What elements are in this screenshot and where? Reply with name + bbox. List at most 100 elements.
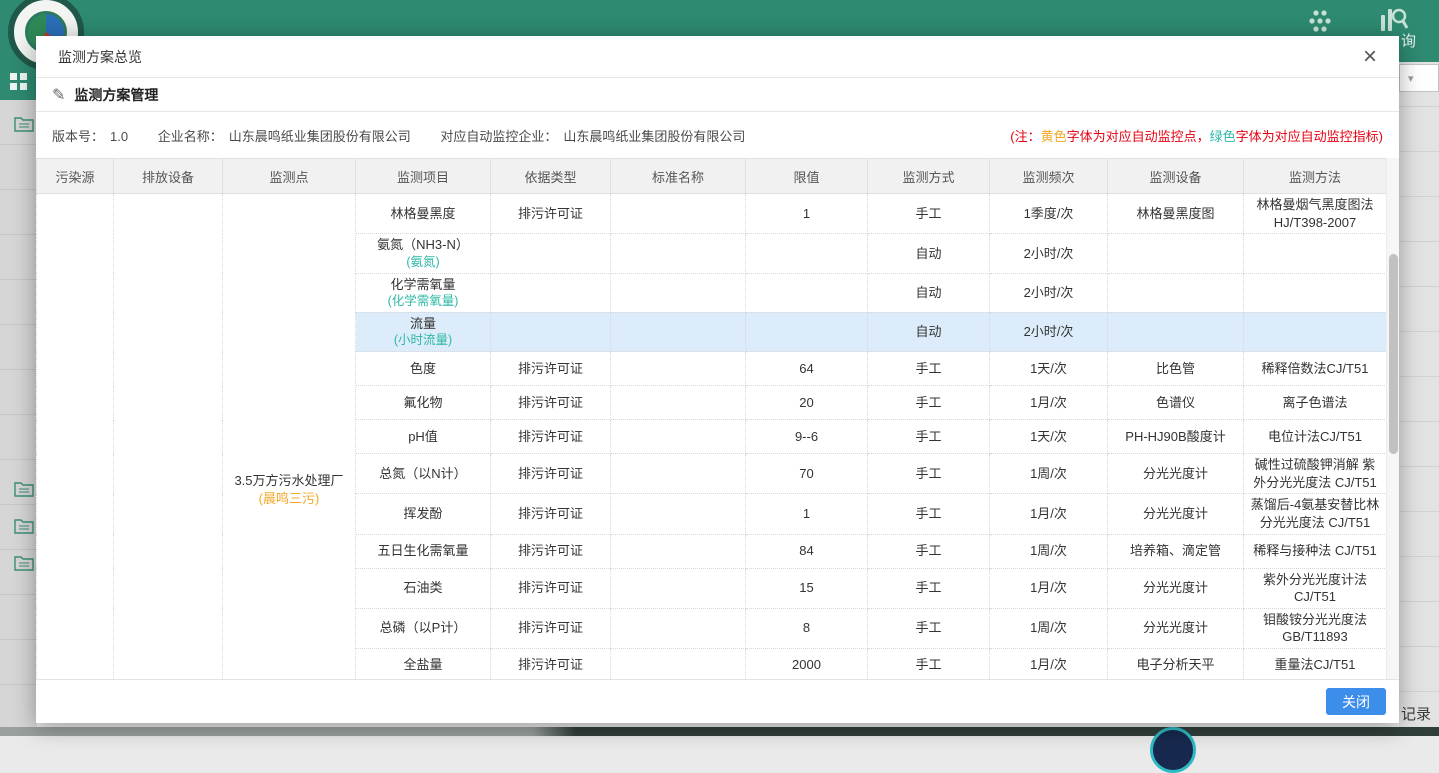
limit-cell [746, 312, 868, 351]
item-cell: 总氮（以N计） [356, 454, 491, 494]
table-scrollbar[interactable] [1386, 158, 1399, 679]
limit-cell: 20 [746, 386, 868, 420]
basis-cell: 排污许可证 [491, 608, 611, 648]
monitor-item-name: 总氮（以N计） [361, 465, 485, 483]
basis-cell [491, 234, 611, 273]
method-cell: 离子色谱法 [1244, 386, 1387, 420]
column-header: 监测频次 [990, 159, 1108, 194]
item-cell: 化学需氧量(化学需氧量) [356, 273, 491, 312]
close-button[interactable]: 关闭 [1326, 688, 1386, 715]
basis-cell: 排污许可证 [491, 420, 611, 454]
freq-cell: 1周/次 [990, 454, 1108, 494]
limit-cell: 8 [746, 608, 868, 648]
background-right-strip [1399, 62, 1439, 727]
limit-cell [746, 234, 868, 273]
section-title: 监测方案管理 [74, 85, 158, 105]
monitor-item-name: 流量 [361, 315, 485, 333]
device-cell [1108, 312, 1244, 351]
sidebar [0, 100, 37, 727]
freq-cell: 1季度/次 [990, 194, 1108, 234]
mode-cell: 自动 [868, 273, 990, 312]
limit-cell: 64 [746, 352, 868, 386]
auto-company-value: 山东晨鸣纸业集团股份有限公司 [563, 129, 745, 144]
auto-indicator-alias: (氨氮) [361, 254, 485, 271]
table-header-row: 污染源排放设备监测点监测项目依据类型标准名称限值监测方式监测频次监测设备监测方法 [37, 159, 1387, 194]
column-header: 排放设备 [114, 159, 223, 194]
device-cell: 比色管 [1108, 352, 1244, 386]
section-header: ✎ 监测方案管理 [36, 78, 1399, 112]
background-dropdown[interactable]: ▾ [1399, 64, 1439, 92]
monitor-point-alias: (晨鸣三污) [228, 490, 350, 508]
monitor-item-name: 挥发酚 [361, 505, 485, 523]
plan-table-wrap: 污染源排放设备监测点监测项目依据类型标准名称限值监测方式监测频次监测设备监测方法… [36, 158, 1386, 679]
column-header: 监测设备 [1108, 159, 1244, 194]
item-cell: 氨氮（NH3-N）(氨氮) [356, 234, 491, 273]
limit-cell: 70 [746, 454, 868, 494]
dialog-footer: 关闭 [36, 679, 1399, 723]
mode-cell: 手工 [868, 608, 990, 648]
standard-cell [611, 386, 746, 420]
freq-cell: 2小时/次 [990, 234, 1108, 273]
method-cell: 林格曼烟气黑度图法HJ/T398-2007 [1244, 194, 1387, 234]
mode-cell: 手工 [868, 420, 990, 454]
info-bar: 版本号：1.0 企业名称：山东晨鸣纸业集团股份有限公司 对应自动监控企业：山东晨… [36, 112, 1399, 158]
folder-icon[interactable] [14, 480, 34, 497]
floating-circle-button[interactable] [1150, 727, 1196, 773]
mode-cell: 手工 [868, 194, 990, 234]
freq-cell: 1月/次 [990, 648, 1108, 679]
plan-table: 污染源排放设备监测点监测项目依据类型标准名称限值监测方式监测频次监测设备监测方法… [36, 158, 1386, 679]
column-header: 限值 [746, 159, 868, 194]
folder-icon[interactable] [14, 115, 34, 132]
basis-cell [491, 312, 611, 351]
method-cell [1244, 234, 1387, 273]
monitor-item-name: 化学需氧量 [361, 276, 485, 294]
basis-cell: 排污许可证 [491, 194, 611, 234]
column-header: 污染源 [37, 159, 114, 194]
monitor-item-name: 氟化物 [361, 394, 485, 412]
item-cell: 全盐量 [356, 648, 491, 679]
close-icon[interactable]: × [1363, 47, 1377, 67]
monitoring-plan-dialog: 监测方案总览 × ✎ 监测方案管理 版本号：1.0 企业名称：山东晨鸣纸业集团股… [36, 36, 1399, 723]
mode-cell: 手工 [868, 568, 990, 608]
pollution-source-cell [37, 194, 114, 680]
basis-cell: 排污许可证 [491, 494, 611, 534]
monitor-item-name: 全盐量 [361, 656, 485, 674]
plan-meta: 版本号：1.0 企业名称：山东晨鸣纸业集团股份有限公司 对应自动监控企业：山东晨… [52, 126, 751, 145]
standard-cell [611, 312, 746, 351]
method-cell: 蒸馏后-4氨基安替比林 分光光度法 CJ/T51 [1244, 494, 1387, 534]
note-yellow-word: 黄色 [1041, 129, 1067, 144]
note-prefix: (注： [1010, 129, 1040, 144]
sidebar-header[interactable] [0, 62, 37, 100]
device-cell: PH-HJ90B酸度计 [1108, 420, 1244, 454]
column-header: 监测方式 [868, 159, 990, 194]
item-cell: 挥发酚 [356, 494, 491, 534]
folder-icon[interactable] [14, 554, 34, 571]
monitor-item-name: 石油类 [361, 579, 485, 597]
standard-cell [611, 352, 746, 386]
item-cell: 总磷（以P计） [356, 608, 491, 648]
table-row[interactable]: 3.5万方污水处理厂(晨鸣三污)林格曼黑度排污许可证1手工1季度/次林格曼黑度图… [37, 194, 1387, 234]
limit-cell: 84 [746, 534, 868, 568]
color-legend-note: (注：黄色字体为对应自动监控点，绿色字体为对应自动监控指标) [1010, 126, 1383, 145]
note-green-word: 绿色 [1210, 129, 1236, 144]
method-cell: 电位计法CJ/T51 [1244, 420, 1387, 454]
basis-cell [491, 273, 611, 312]
mode-cell: 手工 [868, 352, 990, 386]
folder-icon[interactable] [14, 517, 34, 534]
standard-cell [611, 648, 746, 679]
company-label: 企业名称： [158, 129, 223, 144]
standard-cell [611, 608, 746, 648]
device-cell: 电子分析天平 [1108, 648, 1244, 679]
item-cell: pH值 [356, 420, 491, 454]
freq-cell: 2小时/次 [990, 273, 1108, 312]
table-scrollbar-thumb[interactable] [1389, 254, 1398, 454]
method-cell [1244, 273, 1387, 312]
mode-cell: 手工 [868, 454, 990, 494]
discharge-equipment-cell [114, 194, 223, 680]
basis-cell: 排污许可证 [491, 386, 611, 420]
background-footer-bar [0, 727, 1439, 736]
column-header: 标准名称 [611, 159, 746, 194]
limit-cell: 2000 [746, 648, 868, 679]
standard-cell [611, 273, 746, 312]
item-cell: 五日生化需氧量 [356, 534, 491, 568]
